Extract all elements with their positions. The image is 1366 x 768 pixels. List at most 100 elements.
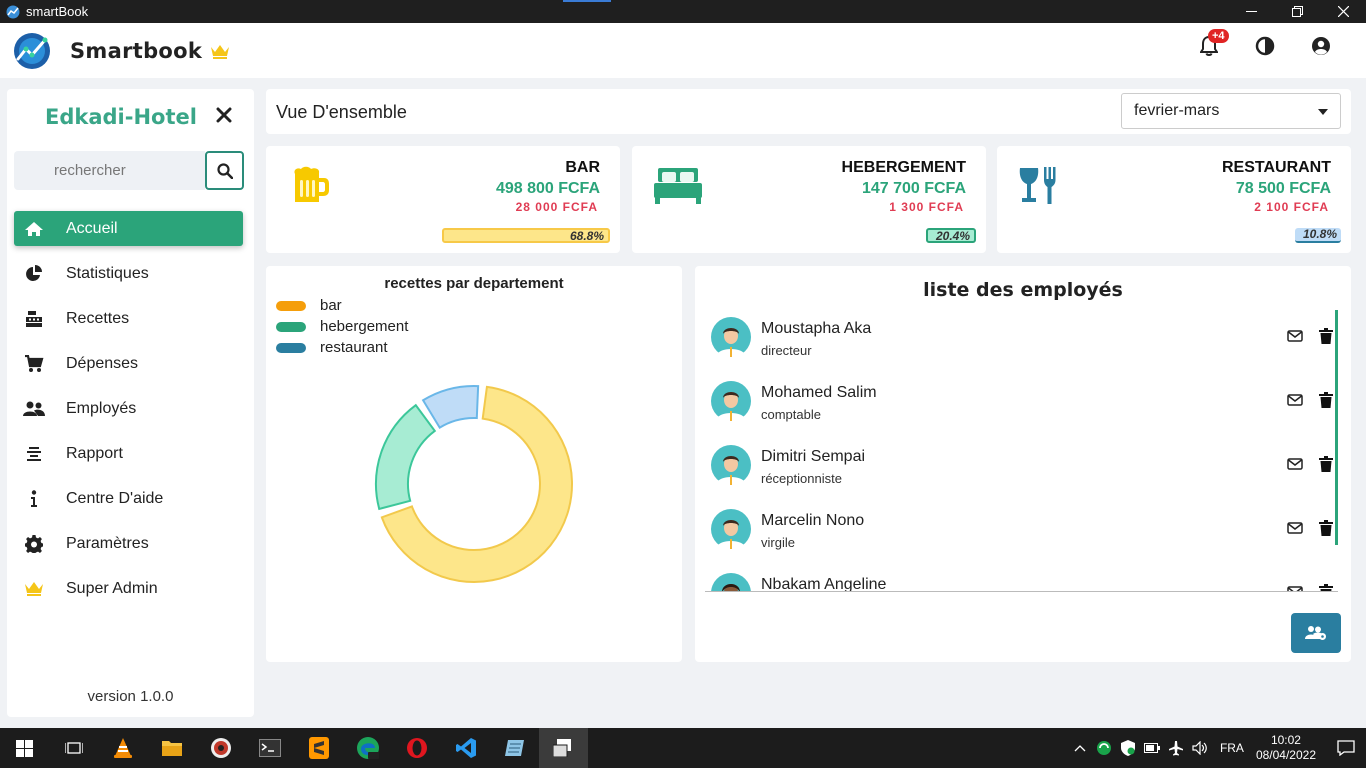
users-cog-icon bbox=[1305, 626, 1326, 640]
employee-row[interactable]: Moustapha Aka directeur bbox=[705, 310, 1335, 374]
notification-center-icon[interactable] bbox=[1326, 740, 1366, 756]
department-percent: 68.8% bbox=[569, 229, 604, 243]
mail-icon[interactable] bbox=[1287, 394, 1303, 406]
department-name: RESTAURANT bbox=[1221, 159, 1331, 176]
period-select[interactable]: fevrier-mars bbox=[1121, 93, 1341, 129]
avatar bbox=[711, 573, 751, 591]
battery-icon[interactable] bbox=[1140, 743, 1164, 753]
trash-icon[interactable] bbox=[1319, 392, 1333, 408]
vscode-icon bbox=[455, 738, 476, 758]
sidebar-nav: Accueil Statistiques Recettes Dépenses E… bbox=[14, 211, 243, 616]
employee-row[interactable]: Nbakam Angeline bbox=[705, 566, 1335, 592]
file-explorer-taskbar-button[interactable] bbox=[147, 728, 196, 768]
sidebar-item-depenses[interactable]: Dépenses bbox=[14, 346, 243, 381]
sidebar-item-employes[interactable]: Employés bbox=[14, 391, 243, 426]
restore-button[interactable] bbox=[1274, 0, 1320, 23]
sidebar-search bbox=[14, 151, 245, 190]
system-clock[interactable]: 10:02 08/04/2022 bbox=[1256, 733, 1316, 763]
start-button[interactable] bbox=[0, 728, 49, 768]
department-percent: 20.4% bbox=[935, 229, 970, 243]
sidebar-item-label: Employés bbox=[66, 399, 137, 417]
department-revenue: 147 700 FCFA bbox=[861, 180, 966, 197]
mail-icon[interactable] bbox=[1287, 330, 1303, 342]
sidebar-item-centre-aide[interactable]: Centre D'aide bbox=[14, 481, 243, 516]
sidebar-item-rapport[interactable]: Rapport bbox=[14, 436, 243, 471]
media-player-taskbar-button[interactable] bbox=[196, 728, 245, 768]
sidebar-item-parametres[interactable]: Paramètres bbox=[14, 526, 243, 561]
page-title: Vue D'ensemble bbox=[276, 102, 407, 122]
task-view-button[interactable] bbox=[49, 728, 98, 768]
department-name: HEBERGEMENT bbox=[841, 159, 966, 176]
mail-icon[interactable] bbox=[1287, 522, 1303, 534]
user-circle-icon bbox=[1312, 37, 1330, 55]
windows-icon bbox=[16, 739, 33, 757]
volume-icon[interactable] bbox=[1188, 741, 1212, 755]
task-view-icon bbox=[64, 742, 83, 754]
app-version: version 1.0.0 bbox=[87, 688, 174, 705]
trash-icon[interactable] bbox=[1319, 456, 1333, 472]
close-sidebar-button[interactable] bbox=[215, 107, 233, 125]
edge-dev-taskbar-button[interactable] bbox=[343, 728, 392, 768]
minimize-button[interactable] bbox=[1228, 0, 1274, 23]
chevron-up-icon[interactable] bbox=[1068, 744, 1092, 752]
opera-icon bbox=[406, 738, 427, 758]
search-input[interactable] bbox=[14, 151, 205, 190]
clock-date: 08/04/2022 bbox=[1255, 748, 1316, 762]
crown-icon bbox=[14, 581, 54, 596]
chevron-down-icon bbox=[1318, 109, 1328, 115]
department-card-restaurant[interactable]: RESTAURANT 78 500 FCFA 2 100 FCFA 10.8% bbox=[997, 146, 1351, 253]
department-progress-bar: 68.8% bbox=[442, 228, 610, 243]
department-card-bar[interactable]: BAR 498 800 FCFA 28 000 FCFA 68.8% bbox=[266, 146, 620, 253]
notifications-button[interactable]: +4 bbox=[1198, 29, 1229, 57]
sidebar-item-accueil[interactable]: Accueil bbox=[14, 211, 243, 246]
window-title-bar: smartBook bbox=[0, 0, 1366, 23]
employee-row[interactable]: Marcelin Nono virgile bbox=[705, 502, 1335, 566]
sidebar-item-statistiques[interactable]: Statistiques bbox=[14, 256, 243, 291]
security-icon[interactable] bbox=[1116, 740, 1140, 756]
trash-icon[interactable] bbox=[1319, 584, 1333, 592]
window-title: smartBook bbox=[26, 4, 89, 19]
donut-slice-restaurant[interactable] bbox=[421, 385, 480, 429]
avatar bbox=[711, 445, 751, 485]
sync-icon[interactable] bbox=[1092, 740, 1116, 756]
sublime-taskbar-button[interactable] bbox=[294, 728, 343, 768]
department-card-hebergement[interactable]: HEBERGEMENT 147 700 FCFA 1 300 FCFA 20.4… bbox=[632, 146, 986, 253]
sidebar-item-label: Super Admin bbox=[66, 579, 158, 597]
terminal-taskbar-button[interactable] bbox=[245, 728, 294, 768]
mail-icon[interactable] bbox=[1287, 458, 1303, 470]
trash-icon[interactable] bbox=[1319, 328, 1333, 344]
sidebar-item-super-admin[interactable]: Super Admin bbox=[14, 571, 243, 606]
theme-toggle-button[interactable] bbox=[1254, 35, 1276, 57]
cash-register-icon bbox=[14, 310, 54, 328]
sidebar-item-label: Recettes bbox=[66, 309, 130, 327]
mail-icon[interactable] bbox=[1287, 586, 1303, 592]
airplane-mode-icon[interactable] bbox=[1164, 740, 1188, 756]
smartbook-taskbar-button[interactable] bbox=[539, 728, 588, 768]
employees-panel: liste des employés Moustapha Aka directe… bbox=[695, 266, 1351, 662]
employee-name: Moustapha Aka bbox=[761, 320, 872, 337]
employee-row[interactable]: Mohamed Salim comptable bbox=[705, 374, 1335, 438]
input-language[interactable]: FRA bbox=[1220, 741, 1244, 755]
vlc-icon bbox=[113, 738, 132, 758]
manage-employees-button[interactable] bbox=[1291, 613, 1341, 653]
search-button[interactable] bbox=[205, 151, 244, 190]
hotel-name: Edkadi-Hotel bbox=[45, 105, 197, 129]
opera-taskbar-button[interactable] bbox=[392, 728, 441, 768]
system-tray: FRA 10:02 08/04/2022 bbox=[1068, 728, 1366, 768]
vscode-taskbar-button[interactable] bbox=[441, 728, 490, 768]
employee-row[interactable]: Dimitri Sempai réceptionniste bbox=[705, 438, 1335, 502]
vlc-taskbar-button[interactable] bbox=[98, 728, 147, 768]
sidebar-item-label: Dépenses bbox=[66, 354, 139, 372]
close-window-button[interactable] bbox=[1320, 0, 1366, 23]
donut-slice-hebergement[interactable] bbox=[375, 403, 437, 511]
app-header: Smartbook +4 bbox=[0, 23, 1366, 78]
employees-scrollbar[interactable] bbox=[1335, 310, 1338, 545]
trash-icon[interactable] bbox=[1319, 520, 1333, 536]
notepad-taskbar-button[interactable] bbox=[490, 728, 539, 768]
department-revenue: 498 800 FCFA bbox=[495, 180, 600, 197]
sidebar-item-recettes[interactable]: Recettes bbox=[14, 301, 243, 336]
search-icon bbox=[216, 162, 233, 179]
employee-name: Nbakam Angeline bbox=[761, 576, 887, 592]
employees-list[interactable]: Moustapha Aka directeur Mohamed Salim co… bbox=[705, 310, 1338, 592]
user-account-button[interactable] bbox=[1310, 35, 1332, 57]
